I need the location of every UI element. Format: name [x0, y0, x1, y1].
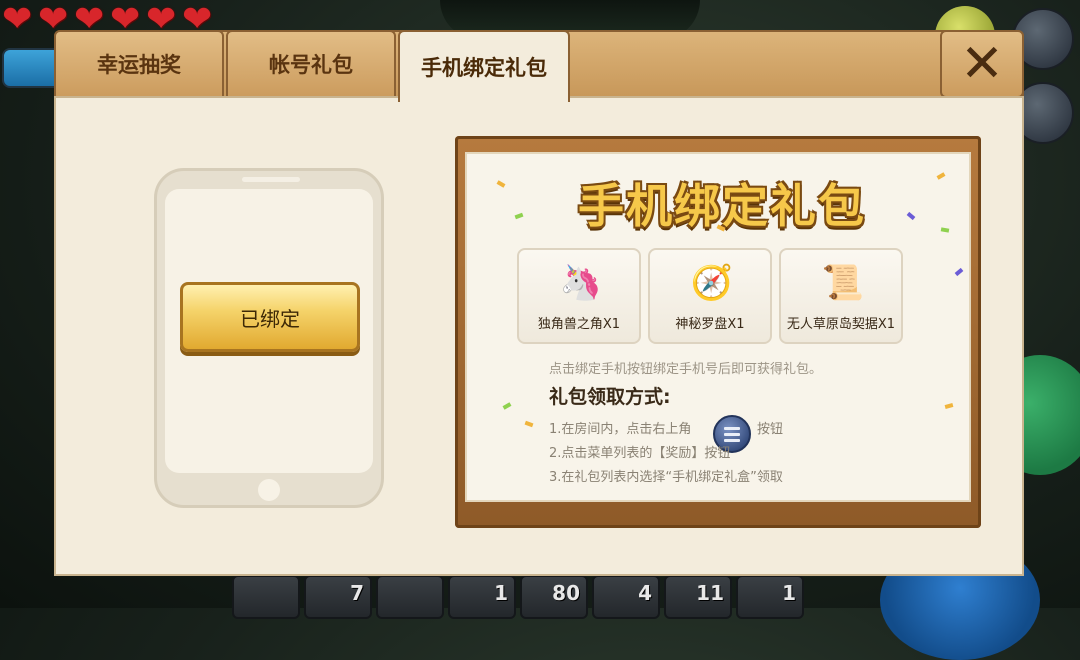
confetti	[936, 172, 946, 180]
step-1-prefix: 1.在房间内，点击右上角	[549, 422, 692, 437]
hotbar-slot[interactable]: 1	[736, 575, 804, 619]
hotbar-slot[interactable]: 7	[304, 575, 372, 619]
reward-item[interactable]: 🧭 神秘罗盘X1	[648, 248, 772, 344]
unicorn-horn-icon: 🦄	[559, 263, 603, 303]
reward-board: 手机绑定礼包 🦄 独角兽之角X1 🧭 神秘罗盘X1 📜 无人草原岛契据X1 点击…	[455, 136, 981, 528]
reward-name: 神秘罗盘X1	[675, 317, 745, 332]
slot-count: 1	[782, 581, 796, 605]
hotbar-slot[interactable]: 4	[592, 575, 660, 619]
hotbar-slot[interactable]: 80	[520, 575, 588, 619]
phone-speaker	[242, 177, 300, 182]
slot-count: 11	[696, 581, 724, 605]
gift-panel: 幸运抽奖 帐号礼包 手机绑定礼包 ✕ 已绑定 手机绑定礼包 🦄 独角兽之角X1 …	[54, 30, 1024, 576]
slot-count: 1	[494, 581, 508, 605]
reward-name: 无人草原岛契据X1	[786, 317, 896, 332]
step-2: 2.点击菜单列表的【奖励】按钮	[549, 446, 731, 461]
heart-icon: ❤	[2, 0, 33, 40]
close-button[interactable]: ✕	[940, 30, 1024, 98]
confetti	[954, 267, 964, 277]
hotbar-slot[interactable]	[376, 575, 444, 619]
confetti	[514, 212, 524, 220]
slot-count: 4	[638, 581, 652, 605]
reward-list: 🦄 独角兽之角X1 🧭 神秘罗盘X1 📜 无人草原岛契据X1	[517, 248, 903, 344]
compass-icon: 🧭	[690, 263, 734, 303]
confetti	[940, 227, 950, 233]
confetti	[944, 403, 954, 409]
tab-account-gift[interactable]: 帐号礼包	[226, 30, 396, 98]
claim-method-title: 礼包领取方式:	[549, 386, 671, 408]
reward-item[interactable]: 🦄 独角兽之角X1	[517, 248, 641, 344]
hotbar-slot[interactable]: 1	[448, 575, 516, 619]
bind-hint-text: 点击绑定手机按钮绑定手机号后即可获得礼包。	[549, 362, 823, 377]
tab-phone-bind-gift[interactable]: 手机绑定礼包	[398, 30, 570, 102]
slot-count: 80	[552, 581, 580, 605]
step-1-suffix: 按钮	[757, 422, 784, 437]
close-icon: ✕	[960, 34, 1004, 94]
reward-name: 独角兽之角X1	[537, 317, 621, 332]
hotbar: 7 1 80 4 11 1	[232, 575, 804, 619]
bound-status-button[interactable]: 已绑定	[180, 282, 360, 352]
confetti	[524, 420, 534, 428]
confetti	[906, 211, 916, 221]
reward-board-inner: 手机绑定礼包 🦄 独角兽之角X1 🧭 神秘罗盘X1 📜 无人草原岛契据X1 点击…	[465, 152, 971, 502]
reward-item[interactable]: 📜 无人草原岛契据X1	[779, 248, 903, 344]
slot-count: 7	[350, 581, 364, 605]
confetti	[496, 180, 506, 188]
step-3: 3.在礼包列表内选择“手机绑定礼盒”领取	[549, 470, 783, 485]
confetti	[502, 402, 512, 410]
deed-scroll-icon: 📜	[821, 263, 865, 303]
phone-home-button	[258, 479, 280, 501]
hotbar-slot[interactable]: 11	[664, 575, 732, 619]
hotbar-slot[interactable]	[232, 575, 300, 619]
tab-lucky-draw[interactable]: 幸运抽奖	[54, 30, 224, 98]
tab-content: 已绑定 手机绑定礼包 🦄 独角兽之角X1 🧭 神秘罗盘X1 📜 无人草原岛契据X…	[54, 96, 1024, 576]
